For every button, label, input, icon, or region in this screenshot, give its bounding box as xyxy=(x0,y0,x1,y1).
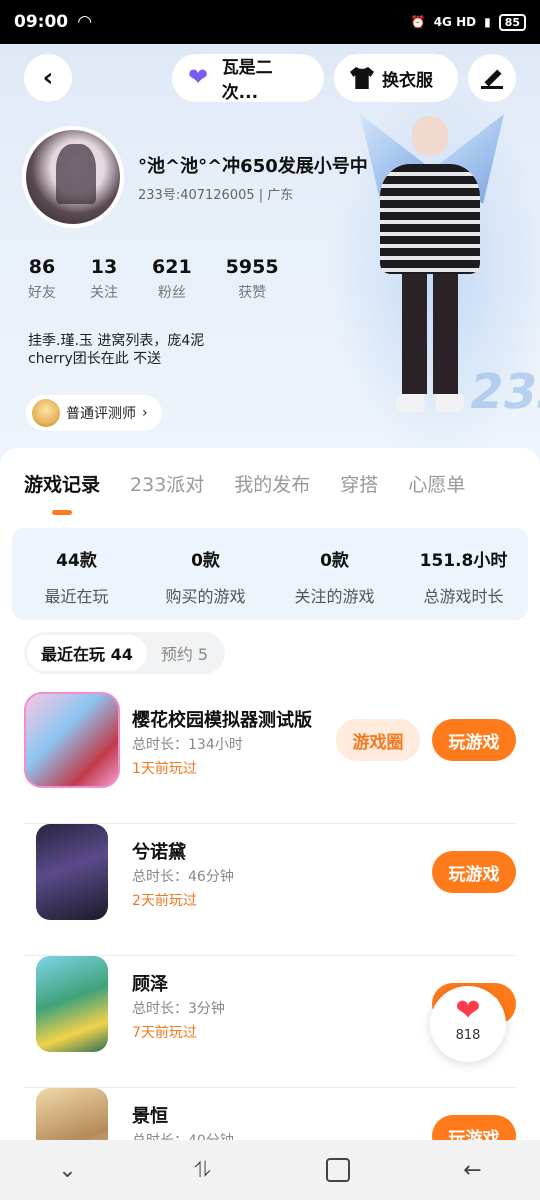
summary-value: 0款 xyxy=(191,551,220,571)
stat-label: 关注 xyxy=(90,285,118,301)
shirt-icon xyxy=(350,67,374,89)
stat-label: 粉丝 xyxy=(157,285,186,301)
game-title: 景恒 xyxy=(132,1106,168,1127)
list-item[interactable]: 樱花校园模拟器测试版 总时长：134小时 1天前玩过 游戏圈 玩游戏 xyxy=(24,692,516,824)
character-shoes xyxy=(396,394,464,412)
tab-game-records[interactable]: 游戏记录 xyxy=(24,470,100,497)
summary-total-time[interactable]: 151.8小时 总游戏时长 xyxy=(399,528,528,620)
back-arrow-icon[interactable]: ← xyxy=(449,1146,497,1194)
subtab-reserved[interactable]: 预约 5 xyxy=(147,635,222,671)
chevron-left-icon: ‹ xyxy=(42,63,54,93)
stat-likes[interactable]: 5955 获赞 xyxy=(226,256,279,302)
subtab-recent[interactable]: 最近在玩 44 xyxy=(27,635,147,671)
tab-indicator xyxy=(52,510,72,515)
stat-value: 13 xyxy=(90,256,118,278)
alarm-icon: ⏰ xyxy=(410,15,426,29)
badge-avatar-icon xyxy=(32,399,60,427)
group-pill[interactable]: 瓦是二次... xyxy=(172,54,324,103)
profile-stats: 86 好友 13 关注 621 粉丝 5955 获赞 xyxy=(28,256,313,302)
chevron-down-icon[interactable]: ⌄ xyxy=(44,1146,92,1194)
brand-logo: 233 xyxy=(465,364,540,420)
network-indicator: 4G HD xyxy=(433,15,477,29)
character-legs xyxy=(402,274,458,394)
profile-header: ‹ 瓦是二次... 换衣服 °池^池°^冲650发展小号中 233号:40712… xyxy=(0,44,540,464)
game-circle-button[interactable]: 游戏圈 xyxy=(336,719,420,761)
summary-value: 44款 xyxy=(56,551,97,571)
wifi-icon: ◠ xyxy=(78,12,92,32)
game-last-played: 1天前玩过 xyxy=(132,761,197,777)
game-icon[interactable] xyxy=(24,692,120,788)
tab-party[interactable]: 233派对 xyxy=(130,470,204,497)
game-icon[interactable] xyxy=(36,956,108,1052)
game-icon[interactable] xyxy=(36,824,108,920)
game-title: 兮诺黛 xyxy=(132,842,186,863)
stat-label: 好友 xyxy=(28,285,56,301)
bio-line: 挂季.瑾.玉 进窝列表，庞4泥 xyxy=(28,333,205,349)
summary-followed[interactable]: 0款 关注的游戏 xyxy=(270,528,399,620)
summary-label: 最近在玩 xyxy=(44,587,109,606)
home-button[interactable] xyxy=(314,1146,362,1194)
back-button[interactable]: ‹ xyxy=(24,54,72,102)
game-duration: 总时长：46分钟 xyxy=(132,869,234,885)
heart-icon xyxy=(188,63,214,91)
pen-icon xyxy=(481,67,503,89)
status-bar: 09:00 ◠ ⏰ 4G HD ▮ 85 xyxy=(0,0,540,44)
game-title: 顾泽 xyxy=(132,974,168,995)
profile-tabs: 游戏记录 233派对 我的发布 穿搭 心愿单 xyxy=(24,470,465,497)
summary-value: 0款 xyxy=(320,551,349,571)
game-summary: 44款 最近在玩 0款 购买的游戏 0款 关注的游戏 151.8小时 总游戏时长 xyxy=(12,528,528,620)
recents-icon[interactable]: ⥮ xyxy=(179,1146,227,1194)
system-nav-bar: ⌄ ⥮ ← xyxy=(0,1140,540,1200)
chevron-right-icon: › xyxy=(142,405,148,421)
stat-following[interactable]: 13 关注 xyxy=(90,256,118,302)
user-id: 233号:407126005 | 广东 xyxy=(138,188,294,203)
heart-icon: ❤ xyxy=(455,993,481,1028)
play-game-button[interactable]: 玩游戏 xyxy=(432,719,516,761)
game-subtabs: 最近在玩 44 预约 5 xyxy=(24,632,226,674)
summary-label: 总游戏时长 xyxy=(423,587,504,606)
like-count: 818 xyxy=(455,1028,481,1043)
outfit-button[interactable]: 换衣服 xyxy=(334,54,458,102)
stat-friends[interactable]: 86 好友 xyxy=(28,256,56,302)
avatar-image xyxy=(26,130,120,224)
game-duration: 总时长：3分钟 xyxy=(132,1001,225,1017)
game-last-played: 2天前玩过 xyxy=(132,893,197,909)
stat-value: 621 xyxy=(152,256,192,278)
reviewer-badge[interactable]: 普通评测师 › xyxy=(26,395,162,431)
avatar[interactable] xyxy=(22,126,124,228)
square-icon xyxy=(325,1158,350,1182)
like-fab[interactable]: ❤ 818 xyxy=(430,986,506,1062)
stat-fans[interactable]: 621 粉丝 xyxy=(152,256,192,302)
stat-value: 86 xyxy=(28,256,56,278)
tab-wishlist[interactable]: 心愿单 xyxy=(408,470,465,497)
summary-label: 购买的游戏 xyxy=(165,587,246,606)
summary-label: 关注的游戏 xyxy=(294,587,375,606)
game-duration: 总时长：134小时 xyxy=(132,737,243,753)
summary-value: 151.8小时 xyxy=(419,551,508,571)
tab-my-posts[interactable]: 我的发布 xyxy=(234,470,310,497)
bio-line: cherry团长在此 不送 xyxy=(28,351,162,367)
outfit-button-label: 换衣服 xyxy=(382,70,433,91)
group-pill-label: 瓦是二次... xyxy=(221,58,273,103)
stat-value: 5955 xyxy=(225,256,279,278)
profile-bio: 挂季.瑾.玉 进窝列表，庞4泥 cherry团长在此 不送 xyxy=(28,332,328,368)
status-time: 09:00 xyxy=(14,12,69,32)
tab-outfits[interactable]: 穿搭 xyxy=(340,470,378,497)
character-head xyxy=(412,116,448,156)
play-game-button[interactable]: 玩游戏 xyxy=(432,851,516,893)
character-body xyxy=(380,164,480,274)
username: °池^池°^冲650发展小号中 xyxy=(138,156,368,177)
game-last-played: 7天前玩过 xyxy=(132,1025,197,1041)
signal-icon: ▮ xyxy=(484,15,491,29)
status-right: ⏰ 4G HD ▮ 85 xyxy=(410,13,526,31)
summary-recent[interactable]: 44款 最近在玩 xyxy=(12,528,141,620)
badge-label: 普通评测师 xyxy=(66,406,136,422)
summary-purchased[interactable]: 0款 购买的游戏 xyxy=(141,528,270,620)
stat-label: 获赞 xyxy=(238,285,267,301)
game-title: 樱花校园模拟器测试版 xyxy=(132,710,312,731)
battery-indicator: 85 xyxy=(498,13,526,31)
list-item[interactable]: 兮诺黛 总时长：46分钟 2天前玩过 玩游戏 xyxy=(24,824,516,956)
edit-profile-button[interactable] xyxy=(468,54,516,102)
